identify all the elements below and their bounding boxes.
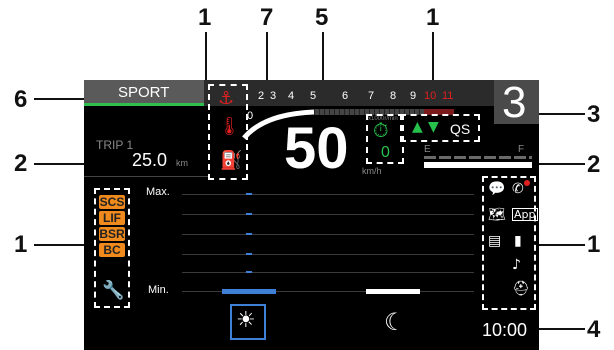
service-wrench-icon: 🔧 [102, 280, 125, 301]
indicator-tile: SCS [99, 195, 125, 209]
app-icon: App [512, 208, 538, 221]
fuel-gauge-segments [424, 156, 532, 159]
callout-7: 7 [260, 4, 274, 31]
quickshift-zero: 0 [381, 144, 390, 161]
trip-divider [84, 176, 208, 177]
quickshift-up-arrow-icon: ▲ [412, 119, 423, 135]
riding-mode-label: SPORT [118, 84, 170, 101]
leader-line [537, 113, 585, 115]
callout-1-top-left: 1 [198, 4, 212, 31]
leader-line [205, 32, 207, 84]
callout-1-right: 1 [587, 231, 601, 258]
speed-unit: km/h [362, 166, 382, 176]
brightness-scale-line [182, 234, 474, 235]
phone-battery-icon: ▮ [514, 233, 522, 249]
clock-time: 10:00 [482, 320, 528, 340]
day-mode-sun-icon: ☀ [236, 308, 256, 333]
callout-2-left: 2 [14, 150, 28, 177]
callout-3: 3 [587, 101, 601, 128]
phone-icon: ✆ [512, 181, 524, 197]
oil-pressure-warning-icon: ⚓ [218, 88, 235, 109]
leader-line [537, 244, 585, 246]
brightness-step-marker [246, 271, 252, 273]
navigation-map-icon: 🗺 [488, 207, 506, 223]
indicator-tile: BC [99, 243, 125, 257]
callout-6: 6 [14, 86, 28, 113]
signal-strength-icon: ▤ [488, 233, 502, 249]
speed-value: 50 [284, 116, 349, 181]
fuel-empty-label: E [424, 144, 431, 155]
indicator-tile: LIF [99, 211, 125, 225]
leader-line [537, 328, 585, 330]
shift-indicator-icon: ⏱ [373, 118, 389, 142]
callout-5: 5 [315, 4, 329, 31]
night-brightness-level-bar[interactable] [366, 289, 420, 294]
quickshift-down-arrow-icon: ▼ [428, 119, 439, 135]
trip-label: TRIP 1 [96, 138, 134, 152]
low-fuel-warning-icon: ⛽ [220, 150, 243, 171]
coolant-temperature-warning-icon: 🌡 [218, 116, 241, 137]
leader-line [537, 163, 585, 165]
headset-icon: ♪ [512, 257, 521, 273]
callout-1-top-right: 1 [426, 4, 440, 31]
leader-line [34, 98, 86, 100]
brightness-scale-line [182, 254, 474, 255]
brightness-step-marker [246, 213, 252, 215]
message-icon: 💬 [488, 181, 506, 197]
helmet-connection-icon: ⛑ [512, 281, 530, 297]
leader-line [266, 32, 268, 84]
brightness-scale-line [182, 214, 474, 215]
brightness-step-marker [246, 193, 252, 195]
quickshift-label: QS [450, 121, 471, 137]
callout-4: 4 [587, 316, 601, 343]
callout-1-left: 1 [14, 231, 28, 258]
brightness-max-label: Max. [146, 186, 170, 198]
fuel-full-label: F [518, 144, 525, 155]
gear-position: 3 [502, 80, 527, 127]
trip-value: 25.0 [132, 150, 168, 170]
phone-notification-dot [524, 180, 530, 186]
brightness-min-label: Min. [148, 284, 169, 296]
instrument-display: SPORT 3 2 3 4 5 6 7 8 9 10 11 0 x1000r/m… [84, 80, 539, 350]
brightness-step-marker [246, 233, 252, 235]
night-mode-moon-icon[interactable]: ☾ [384, 310, 406, 334]
brightness-scale-line [182, 272, 474, 273]
brightness-scale-line [182, 194, 474, 195]
fuel-gauge-bar [424, 162, 532, 168]
brightness-step-marker [246, 253, 252, 255]
indicator-tile: BSR [99, 227, 125, 241]
day-brightness-level-bar[interactable] [222, 289, 276, 294]
callout-2-right: 2 [587, 151, 601, 178]
trip-unit: km [176, 158, 188, 168]
